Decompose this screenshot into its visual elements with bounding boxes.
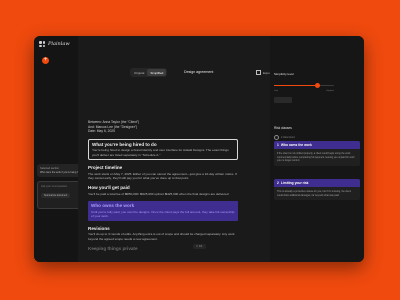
slider-min-label: Low <box>274 90 279 92</box>
simplicity-slider[interactable] <box>274 83 334 88</box>
slider-range-labels: Low Highest <box>274 90 334 92</box>
section-heading: Keeping things private <box>88 245 138 251</box>
section-heading: Revisions <box>88 225 110 231</box>
document-area: Original Simplified Design agreement Exp… <box>78 36 288 262</box>
risk-count: 2 risks found <box>274 135 295 140</box>
section-body: The work starts on May 7, 2025. Either o… <box>88 171 237 180</box>
document-meta: Between: Anna Taylor (the "Client") And:… <box>88 120 238 134</box>
risk-card-header: 1 Who owns the work <box>274 141 360 149</box>
section-timeline[interactable]: Project timeline The work starts on May … <box>88 165 238 180</box>
slider-fill <box>274 85 318 87</box>
export-icon <box>256 70 261 75</box>
section-body: You'll be paid a total fee of ₦850,000: … <box>88 191 229 196</box>
simplicity-value-field[interactable] <box>274 97 292 103</box>
right-panel: Simplicity level Low Highest Risk clause… <box>270 36 364 262</box>
view-simplified[interactable]: Simplified <box>147 69 167 76</box>
risk-card-body: This is actually a protective clause for… <box>277 190 351 197</box>
logo-row: Plainlaw <box>39 41 70 47</box>
view-toggle[interactable]: Original Simplified <box>130 68 168 77</box>
page-indicator[interactable]: ⇕ 1/1 <box>193 244 206 249</box>
section-body: Until you're fully paid, you own the des… <box>91 209 235 219</box>
document-title: Design agreement <box>184 70 214 74</box>
grid-menu-icon[interactable] <box>39 41 45 47</box>
risk-card-title: Who owns the work <box>280 143 312 147</box>
section-heading: Project timeline <box>88 165 123 171</box>
section-body: You'll do up to 3 rounds of edits. Anyth… <box>88 232 235 241</box>
risk-count-text: 2 risks found <box>281 136 295 139</box>
section-payment[interactable]: How you'll get paid You'll be paid a tot… <box>88 185 238 196</box>
warning-icon <box>274 135 279 140</box>
section-ownership-highlighted[interactable]: Who owns the work Until you're fully pai… <box>88 201 238 221</box>
section-body: You're being hired to design a brand ide… <box>92 148 229 157</box>
risk-card-number: 1 <box>277 143 279 147</box>
simplicity-label: Simplicity level <box>274 72 294 76</box>
risk-card[interactable]: 1 Who owns the work If the client is not… <box>274 141 360 166</box>
meta-line: Date: May 6, 2025 <box>88 129 115 134</box>
mode-select[interactable]: Summarize document <box>41 192 71 198</box>
risk-card-header: 2 Limiting your risk <box>274 179 360 187</box>
new-document-button[interactable]: + <box>42 57 49 64</box>
risk-card-body: If the client is not notified properly, … <box>277 152 355 163</box>
app-window: Plainlaw + Selected section Who owns the… <box>34 36 364 262</box>
section-heading: Who owns the work <box>91 203 135 209</box>
risk-card-title: Limiting your risk <box>280 181 309 185</box>
risk-clauses-title: Risk clauses <box>274 126 292 130</box>
document-content: Between: Anna Taylor (the "Client") And:… <box>88 120 238 252</box>
section-privacy[interactable]: Keeping things private <box>88 246 238 251</box>
section-heading: What you're being hired to do <box>92 141 157 147</box>
view-original[interactable]: Original <box>131 69 147 76</box>
risk-card-number: 2 <box>277 181 279 185</box>
section-heading: How you'll get paid <box>88 185 130 191</box>
brand-logo: Plainlaw <box>48 41 70 47</box>
section-hired[interactable]: What you're being hired to do You're bei… <box>88 138 238 161</box>
section-revisions[interactable]: Revisions You'll do up to 3 rounds of ed… <box>88 226 238 241</box>
risk-card[interactable]: 2 Limiting your risk This is actually a … <box>274 179 360 201</box>
sidebar: Plainlaw + Selected section Who owns the… <box>34 36 97 262</box>
slider-thumb[interactable] <box>314 83 320 88</box>
slider-max-label: Highest <box>326 90 334 92</box>
document-toolbar: Original Simplified Design agreement Exp… <box>78 68 288 78</box>
